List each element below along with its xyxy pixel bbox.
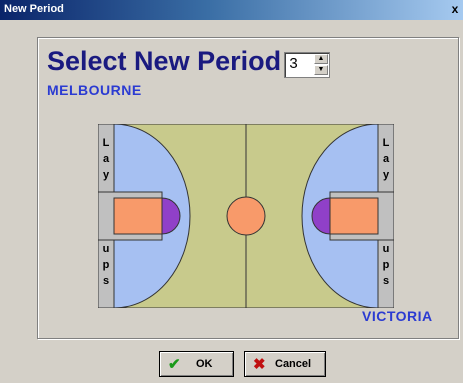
window-title: New Period xyxy=(4,3,64,15)
spinner-up-button[interactable]: ▲ xyxy=(314,54,328,64)
away-team-label: VICTORIA xyxy=(362,308,433,324)
left-label-a: a xyxy=(103,153,110,165)
right-label-a: a xyxy=(383,153,390,165)
left-label-u: u xyxy=(103,243,110,255)
right-label-s: s xyxy=(383,275,389,287)
right-label-l: L xyxy=(383,137,390,149)
spinner-buttons: ▲ ▼ xyxy=(314,54,328,76)
spinner-down-button[interactable]: ▼ xyxy=(314,65,328,75)
left-label-s: s xyxy=(103,275,109,287)
right-label-u: u xyxy=(383,243,390,255)
home-team-label: MELBOURNE xyxy=(47,82,142,98)
cancel-button-label: Cancel xyxy=(275,358,312,370)
checkmark-icon: ✔ xyxy=(168,356,181,373)
right-key xyxy=(329,197,379,235)
title-bar: New Period x xyxy=(0,0,463,20)
ok-button[interactable]: ✔ OK xyxy=(159,351,234,377)
cancel-button[interactable]: ✖ Cancel xyxy=(244,351,326,377)
basketball-court: L a y u p s L a y u p s xyxy=(98,124,394,308)
x-icon: ✖ xyxy=(253,356,266,373)
right-label-p: p xyxy=(383,259,390,271)
left-label-p: p xyxy=(103,259,110,271)
close-icon[interactable]: x xyxy=(449,3,461,16)
ok-button-label: OK xyxy=(196,358,213,370)
left-label-y: y xyxy=(103,169,110,181)
left-label-l: L xyxy=(103,137,110,149)
right-label-y: y xyxy=(383,169,390,181)
left-key xyxy=(113,197,163,235)
period-value[interactable]: 3 xyxy=(289,56,298,73)
dialog-heading: Select New Period xyxy=(47,46,282,76)
period-spinner[interactable]: 3 ▲ ▼ xyxy=(284,52,330,78)
center-circle xyxy=(226,196,266,236)
